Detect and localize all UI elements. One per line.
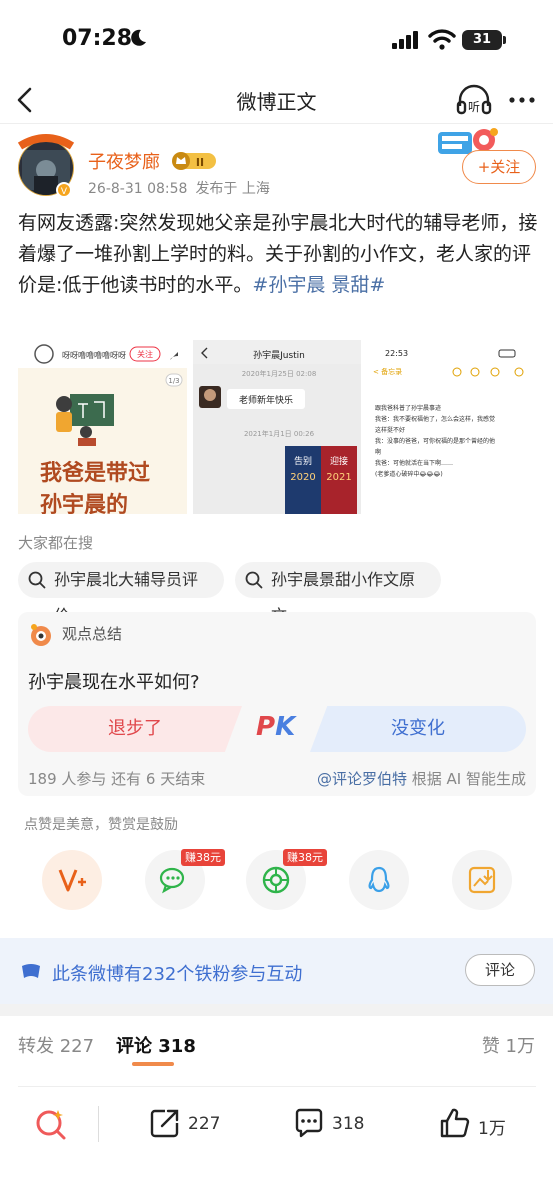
svg-text:这样挺不好: 这样挺不好	[375, 426, 405, 434]
thumbs-up-icon	[440, 1108, 470, 1138]
nav-bar: 微博正文 听	[0, 78, 553, 124]
battery-indicator: 31	[462, 30, 502, 50]
post-image-1[interactable]: 呀呀噜噜噜噜呀呀 关注 1/3 我爸是带过 孙宇晨的	[18, 340, 187, 514]
reward-vip-button[interactable]	[42, 850, 102, 910]
svg-text:老师新年快乐: 老师新年快乐	[239, 394, 293, 406]
author-name[interactable]: 子夜梦廊	[88, 148, 160, 174]
svg-text:我爸是带过: 我爸是带过	[40, 460, 150, 486]
ai-search-icon[interactable]	[34, 1108, 68, 1142]
status-bar: 07:28 31	[0, 0, 553, 78]
opinion-question: 孙宇晨现在水平如何?	[28, 672, 200, 693]
fans-comment-button[interactable]: 评论	[465, 954, 535, 986]
svg-text:孙宇晨的: 孙宇晨的	[40, 492, 128, 514]
section-gap	[0, 1004, 553, 1016]
reward-v-icon	[58, 869, 86, 892]
hot-search-chip[interactable]: 孙宇晨北大辅导员评价	[18, 562, 224, 625]
tab-like[interactable]: 赞 1万	[482, 1032, 535, 1058]
follow-button[interactable]: +关注	[462, 150, 536, 184]
svg-text:V: V	[61, 187, 68, 197]
moments-icon	[262, 866, 290, 894]
earn-badge: 赚38元	[181, 849, 225, 866]
tab-repost[interactable]: 转发 227	[18, 1032, 94, 1058]
search-icon	[245, 571, 263, 589]
cellular-signal-icon	[392, 31, 418, 49]
weibo-post-page: 07:28 31 微博正文 听 V 子夜梦廊 II 26-8-31 08:58 …	[0, 0, 553, 1200]
image-1-graphic: 呀呀噜噜噜噜呀呀 关注 1/3 我爸是带过 孙宇晨的	[18, 340, 187, 514]
repost-icon	[150, 1109, 179, 1138]
save-image-icon	[468, 866, 496, 894]
search-icon	[28, 571, 46, 589]
tab-comment[interactable]: 评论 318	[116, 1032, 196, 1058]
post-image-grid: 呀呀噜噜噜噜呀呀 关注 1/3 我爸是带过 孙宇晨的 孙宇晨Justin 202…	[18, 340, 536, 514]
bottom-divider	[98, 1106, 99, 1142]
svg-text:跟我爸科普了孙宇晨事迹: 跟我爸科普了孙宇晨事迹	[375, 404, 441, 412]
svg-text:我爸：我不要祝福他了，怎么会这样，我感觉: 我爸：我不要祝福他了，怎么会这样，我感觉	[375, 415, 495, 423]
bottom-action-bar: 227 318 1万	[0, 1092, 553, 1200]
opinion-header: 观点总结	[28, 622, 122, 652]
svg-text:2021年1月1日 00:26: 2021年1月1日 00:26	[244, 429, 315, 438]
fans-interaction-banner: 此条微博有232个铁粉参与互动 评论	[0, 938, 553, 1004]
active-tab-indicator	[132, 1062, 174, 1066]
post-image-3[interactable]: 22:53 < 备忘录 跟我爸科普了孙宇晨事迹 我爸：我不要祝福他了，怎么会这样…	[367, 340, 536, 514]
svg-text:22:53: 22:53	[385, 349, 408, 358]
svg-text:告别: 告别	[294, 455, 312, 467]
svg-text:听: 听	[468, 100, 480, 114]
svg-text:关注: 关注	[137, 349, 153, 359]
listen-headphone-icon[interactable]: 听	[456, 84, 492, 116]
svg-text:我：没事的爸爸，可你祝福的是那个曾经的他: 我：没事的爸爸，可你祝福的是那个曾经的他	[375, 437, 495, 445]
post-location: 发布于 上海	[195, 181, 270, 197]
svg-text:我爸：可他就活在当下啊……: 我爸：可他就活在当下啊……	[375, 459, 453, 467]
image-2-graphic: 孙宇晨Justin 2020年1月25日 02:08 老师新年快乐 2021年1…	[193, 340, 361, 514]
vote-option-left[interactable]: 退步了	[28, 706, 242, 752]
tab-divider	[18, 1086, 536, 1087]
fans-icon	[22, 964, 40, 978]
svg-text:孙宇晨Justin: 孙宇晨Justin	[253, 349, 305, 361]
svg-text:(老爹道心破碎中😂😂😂): (老爹道心破碎中😂😂😂)	[375, 470, 443, 478]
qq-icon	[368, 866, 390, 893]
pk-label: PK	[256, 712, 296, 742]
share-qq-button[interactable]	[349, 850, 409, 910]
wechat-icon	[159, 867, 185, 894]
svg-text:< 备忘录: < 备忘录	[373, 367, 402, 376]
source-account-link[interactable]: @评论罗伯特	[317, 770, 407, 788]
post-meta: 26-8-31 08:58 发布于 上海	[88, 178, 270, 198]
save-image-button[interactable]	[452, 850, 512, 910]
svg-text:1/3: 1/3	[168, 377, 179, 385]
status-time: 07:28	[62, 26, 133, 51]
wifi-icon	[428, 29, 456, 50]
reward-label: 点赞是美意，赞赏是鼓励	[24, 817, 178, 833]
moon-icon	[131, 29, 146, 46]
vip-badge-icon[interactable]: II	[170, 150, 218, 172]
svg-text:2021: 2021	[326, 472, 351, 483]
vote-stats: 189 人参与 还有 6 天结束	[28, 770, 206, 788]
image-3-graphic: 22:53 < 备忘录 跟我爸科普了孙宇晨事迹 我爸：我不要祝福他了，怎么会这样…	[373, 349, 524, 478]
svg-text:啊: 啊	[375, 449, 381, 456]
opinion-source: @评论罗伯特 根据 AI 智能生成	[316, 770, 526, 788]
post-image-2[interactable]: 孙宇晨Justin 2020年1月25日 02:08 老师新年快乐 2021年1…	[193, 340, 361, 514]
opinion-summary-card: 观点总结 孙宇晨现在水平如何? 退步了 PK 没变化 189 人参与 还有 6 …	[18, 612, 536, 796]
vote-option-right[interactable]: 没变化	[310, 706, 526, 752]
post-content: 有网友透露:突然发现她父亲是孙宇晨北大时代的辅导老师，接着爆了一堆孙割上学时的料…	[18, 208, 538, 301]
hashtag-link[interactable]: #孙宇晨 景甜#	[252, 274, 385, 296]
svg-text:2020年1月25日 02:08: 2020年1月25日 02:08	[242, 369, 317, 378]
svg-text:呀呀噜噜噜噜呀呀: 呀呀噜噜噜噜呀呀	[62, 350, 126, 360]
battery-tip	[503, 36, 506, 44]
hot-search-label: 大家都在搜	[18, 534, 94, 552]
svg-text:II: II	[196, 156, 204, 169]
more-options-icon[interactable]	[506, 84, 538, 116]
author-avatar[interactable]: V	[16, 132, 76, 198]
hot-search-chip[interactable]: 孙宇晨景甜小作文原文	[235, 562, 441, 625]
fans-text: 此条微博有232个铁粉参与互动	[52, 964, 303, 985]
robot-mascot-icon	[31, 624, 51, 646]
earn-badge: 赚38元	[283, 849, 327, 866]
svg-text:2020: 2020	[290, 472, 315, 483]
post-date: 26-8-31 08:58	[88, 181, 188, 197]
svg-text:迎接: 迎接	[330, 455, 348, 467]
comment-icon	[295, 1108, 323, 1138]
